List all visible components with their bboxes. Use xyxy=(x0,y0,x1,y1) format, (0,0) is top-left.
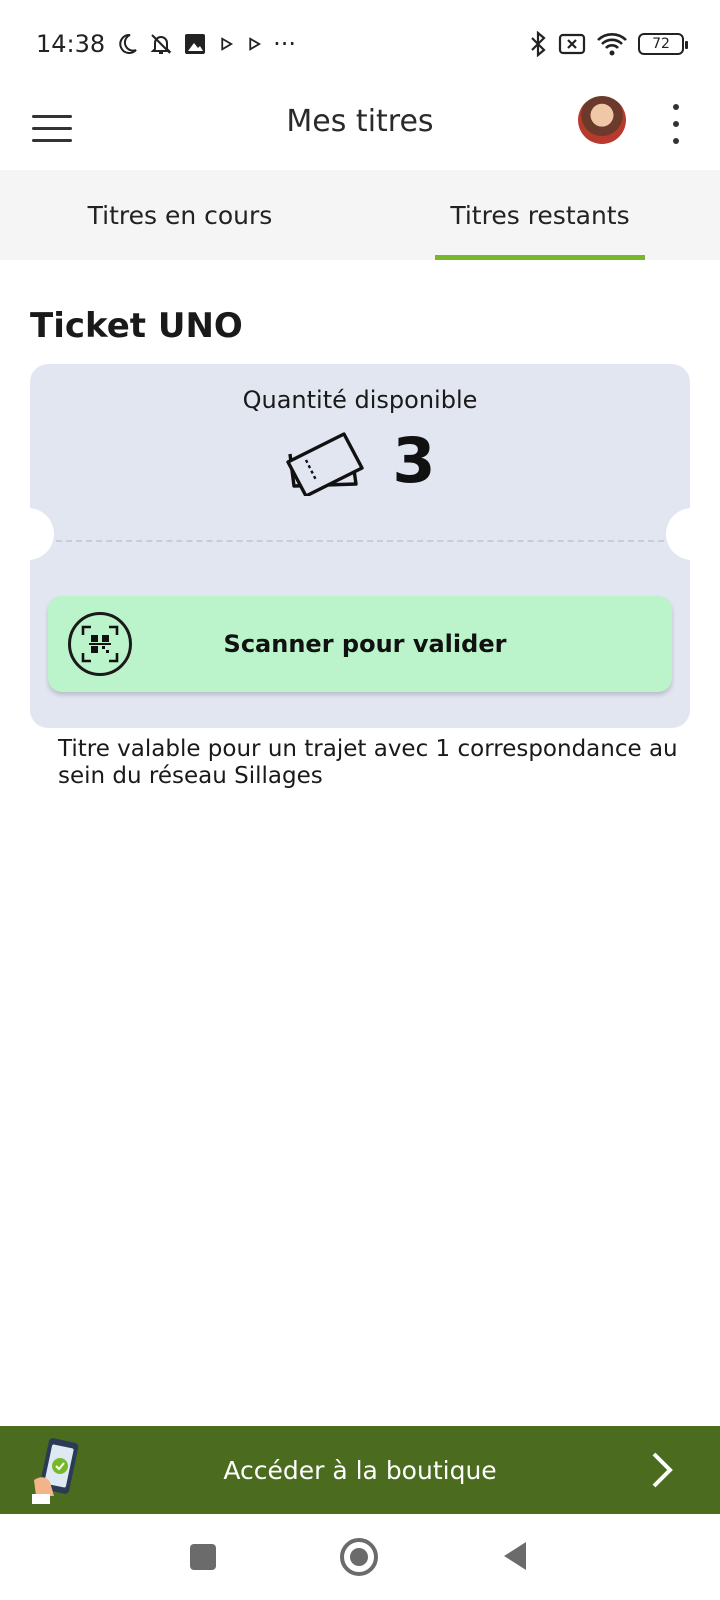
more-icon-dot xyxy=(673,121,679,127)
gallery-icon xyxy=(185,34,206,54)
status-time: 14:38 xyxy=(36,30,106,58)
shop-banner-label: Accéder à la boutique xyxy=(223,1455,497,1485)
ticket-description: Titre valable pour un trajet avec 1 corr… xyxy=(58,736,678,789)
status-bar: 14:38 ··· 72 xyxy=(0,0,720,88)
ticket-notch-right xyxy=(666,508,718,560)
status-right: 72 xyxy=(528,31,688,57)
ticket-icon xyxy=(286,432,365,496)
recents-button[interactable] xyxy=(190,1544,216,1570)
sim-disabled-icon xyxy=(558,33,586,55)
scan-button-label: Scanner pour valider xyxy=(223,630,507,658)
battery-icon: 72 xyxy=(638,33,688,55)
tab-titres-restants[interactable]: Titres restants xyxy=(360,170,720,260)
back-icon[interactable] xyxy=(502,1540,528,1572)
quantity-label: Quantité disponible xyxy=(242,386,478,414)
shop-banner-button[interactable]: Accéder à la boutique xyxy=(0,1426,720,1514)
more-icon-dot xyxy=(673,104,679,110)
more-icon-dot xyxy=(673,138,679,144)
ticket-title: Ticket UNO xyxy=(30,306,243,346)
play-icon xyxy=(221,37,234,51)
wifi-icon xyxy=(597,33,627,56)
ticket-card: Quantité disponible 3 Scanner pour valid… xyxy=(2,364,718,728)
status-left: 14:38 ··· xyxy=(36,30,296,58)
ticket-notch-left xyxy=(2,508,54,560)
home-icon-dot xyxy=(350,1548,368,1566)
quantity-value: 3 xyxy=(392,424,436,497)
avatar[interactable] xyxy=(578,96,626,144)
scan-to-validate-button[interactable]: Scanner pour valider xyxy=(48,596,672,692)
tab-titres-en-cours[interactable]: Titres en cours xyxy=(0,170,360,260)
more-notifications-icon: ··· xyxy=(273,30,297,58)
more-options-button[interactable] xyxy=(668,104,684,144)
bluetooth-icon xyxy=(531,31,546,57)
qr-scan-icon xyxy=(68,612,132,676)
chevron-right-icon xyxy=(652,1452,673,1488)
play-icon xyxy=(249,37,262,51)
app-bar: Mes titres xyxy=(0,88,720,170)
battery-level: 72 xyxy=(652,36,670,52)
quantity-row: 3 xyxy=(30,426,690,496)
phone-in-hand-icon xyxy=(32,1438,79,1504)
tab-bar: Titres en cours Titres restants xyxy=(0,170,720,260)
home-button[interactable] xyxy=(340,1538,378,1576)
system-nav-bar xyxy=(0,1514,720,1600)
ticket-perforation xyxy=(56,540,664,542)
moon-icon xyxy=(119,33,137,54)
bell-off-icon xyxy=(150,34,172,54)
